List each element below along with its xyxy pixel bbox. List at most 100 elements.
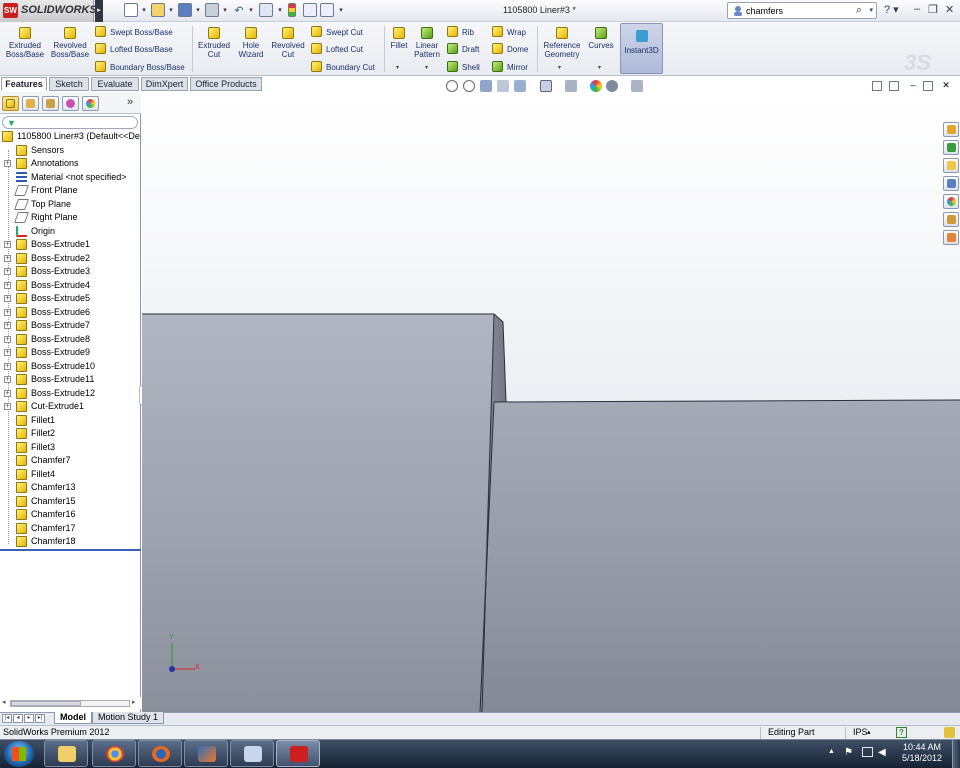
wrap-button[interactable]: Wrap	[492, 26, 526, 39]
volume-icon[interactable]: ◀	[878, 747, 886, 758]
save-dropdown-icon[interactable]: ▾	[194, 3, 202, 19]
start-button[interactable]	[4, 741, 34, 767]
quick-tips-icon[interactable]: ?	[896, 727, 907, 738]
task-pane-design-library-tab[interactable]	[943, 158, 959, 173]
boundary-cut-button[interactable]: Boundary Cut	[311, 61, 375, 74]
viewport-restore-icon[interactable]	[923, 81, 933, 91]
instant3d-button[interactable]: Instant3D	[620, 23, 663, 74]
hole-wizard-button[interactable]: Hole Wizard	[234, 24, 268, 59]
task-pane-custom-properties-tab[interactable]	[943, 212, 959, 227]
lofted-cut-button[interactable]: Lofted Cut	[311, 43, 363, 56]
tree-item[interactable]: Right Plane	[0, 211, 141, 224]
task-pane-file-explorer-tab[interactable]	[943, 176, 959, 191]
new-document-icon[interactable]	[124, 3, 138, 17]
taskbar-matlab[interactable]	[184, 740, 228, 767]
tree-item[interactable]: + Annotations	[0, 157, 141, 170]
restore-icon[interactable]: ❐	[928, 3, 938, 16]
tree-item[interactable]: + Boss-Extrude5	[0, 292, 141, 305]
feature-filter-field[interactable]: ▼	[2, 116, 138, 129]
action-center-flag-icon[interactable]: ⚑	[844, 747, 853, 758]
tree-item[interactable]: Chamfer17	[0, 522, 141, 535]
model-face-right[interactable]	[482, 400, 960, 712]
search-input[interactable]	[746, 4, 856, 17]
expand-plus-icon[interactable]: +	[4, 322, 11, 329]
search-icon[interactable]: ⌕	[856, 4, 862, 17]
select-dropdown-icon[interactable]: ▾	[276, 3, 284, 19]
expand-plus-icon[interactable]: +	[4, 268, 11, 275]
tab-model[interactable]: Model	[54, 712, 92, 724]
search-dropdown-icon[interactable]: ▾	[869, 6, 873, 14]
tree-item[interactable]: Top Plane	[0, 198, 141, 211]
scroll-right-icon[interactable]: ▸	[132, 698, 136, 706]
last-tab-icon[interactable]: ▸|	[35, 714, 45, 723]
reference-geometry-dropdown-icon[interactable]: ▾	[558, 64, 561, 71]
revolved-boss-button[interactable]: Revolved Boss/Base	[49, 24, 91, 59]
options-dropdown-icon[interactable]: ▾	[337, 3, 345, 19]
solidworks-logo[interactable]: SW SOLIDWORKS	[0, 0, 97, 22]
linear-pattern-button[interactable]: Linear Pattern	[412, 24, 442, 59]
expand-plus-icon[interactable]: +	[4, 160, 11, 167]
scroll-thumb[interactable]	[11, 701, 81, 706]
expand-plus-icon[interactable]: +	[4, 389, 11, 397]
tree-item[interactable]: Origin	[0, 225, 141, 238]
tree-item[interactable]: Sensors	[0, 144, 141, 157]
expand-plus-icon[interactable]: +	[4, 254, 11, 262]
task-pane-solidworks-forum-tab[interactable]	[943, 230, 959, 245]
lofted-boss-button[interactable]: Lofted Boss/Base	[95, 43, 173, 56]
expand-plus-icon[interactable]: +	[4, 335, 11, 343]
curves-button[interactable]: Curves	[587, 24, 615, 50]
taskbar-chrome[interactable]	[92, 740, 136, 767]
task-pane-home-tab[interactable]	[943, 122, 959, 137]
show-desktop-button[interactable]	[952, 740, 960, 768]
minimize-icon[interactable]: –	[914, 3, 920, 15]
tab-dimxpert[interactable]: DimXpert	[141, 77, 188, 91]
tree-item[interactable]: + Boss-Extrude7	[0, 319, 141, 332]
display-manager-tab[interactable]	[82, 96, 99, 111]
rebuild-status-icon[interactable]	[944, 727, 955, 738]
tree-item[interactable]: Chamfer13	[0, 481, 141, 494]
extruded-boss-button[interactable]: Extruded Boss/Base	[4, 24, 46, 59]
save-icon[interactable]	[178, 3, 192, 17]
mirror-button[interactable]: Mirror	[492, 61, 528, 74]
previous-view-icon[interactable]	[480, 80, 492, 92]
tree-item[interactable]: + Boss-Extrude8	[0, 333, 141, 346]
tree-item[interactable]: Fillet4	[0, 468, 141, 481]
extruded-cut-button[interactable]: Extruded Cut	[195, 24, 233, 59]
configuration-manager-tab[interactable]	[42, 96, 59, 111]
tree-item[interactable]: + Boss-Extrude11	[0, 373, 141, 386]
tray-expand-icon[interactable]: ▲	[828, 748, 835, 755]
swept-cut-button[interactable]: Swept Cut	[311, 26, 363, 39]
tree-item[interactable]: Chamfer18	[0, 535, 141, 548]
tree-item[interactable]: Fillet2	[0, 427, 141, 440]
options-icon[interactable]	[320, 3, 334, 17]
tree-item[interactable]: Chamfer15	[0, 495, 141, 508]
expand-panel-icon[interactable]: »	[127, 96, 133, 108]
rib-button[interactable]: Rib	[447, 26, 474, 39]
draft-button[interactable]: Draft	[447, 43, 479, 56]
print-icon[interactable]	[205, 3, 219, 17]
revolved-cut-button[interactable]: Revolved Cut	[268, 24, 308, 59]
display-style-icon[interactable]	[565, 80, 577, 92]
zoom-to-area-icon[interactable]	[463, 80, 475, 92]
shell-button[interactable]: Shell	[447, 61, 480, 74]
tree-item[interactable]: + Boss-Extrude3	[0, 265, 141, 278]
undo-dropdown-icon[interactable]: ▾	[247, 3, 255, 19]
status-units[interactable]: IPS	[853, 726, 868, 739]
menu-expand-arrow-icon[interactable]: ▸	[95, 0, 103, 22]
pattern-dropdown-icon[interactable]: ▾	[425, 64, 428, 71]
print-dropdown-icon[interactable]: ▾	[221, 3, 229, 19]
expand-plus-icon[interactable]: +	[4, 349, 11, 356]
scene-icon[interactable]	[606, 80, 618, 92]
open-dropdown-icon[interactable]: ▾	[167, 3, 175, 19]
scroll-left-icon[interactable]: ◂	[2, 698, 6, 706]
first-tab-icon[interactable]: |◂	[2, 714, 12, 723]
tree-item[interactable]: Front Plane	[0, 184, 141, 197]
property-manager-tab[interactable]	[22, 96, 39, 111]
undo-icon[interactable]: ↶	[232, 3, 246, 19]
fillet-dropdown-icon[interactable]: ▾	[396, 64, 399, 71]
tab-motion-study-1[interactable]: Motion Study 1	[92, 712, 165, 724]
tree-item[interactable]: + Boss-Extrude12	[0, 387, 141, 400]
units-dropdown-icon[interactable]: ▴	[867, 726, 871, 739]
tab-evaluate[interactable]: Evaluate	[91, 77, 139, 91]
select-arrow-icon[interactable]	[259, 3, 273, 17]
